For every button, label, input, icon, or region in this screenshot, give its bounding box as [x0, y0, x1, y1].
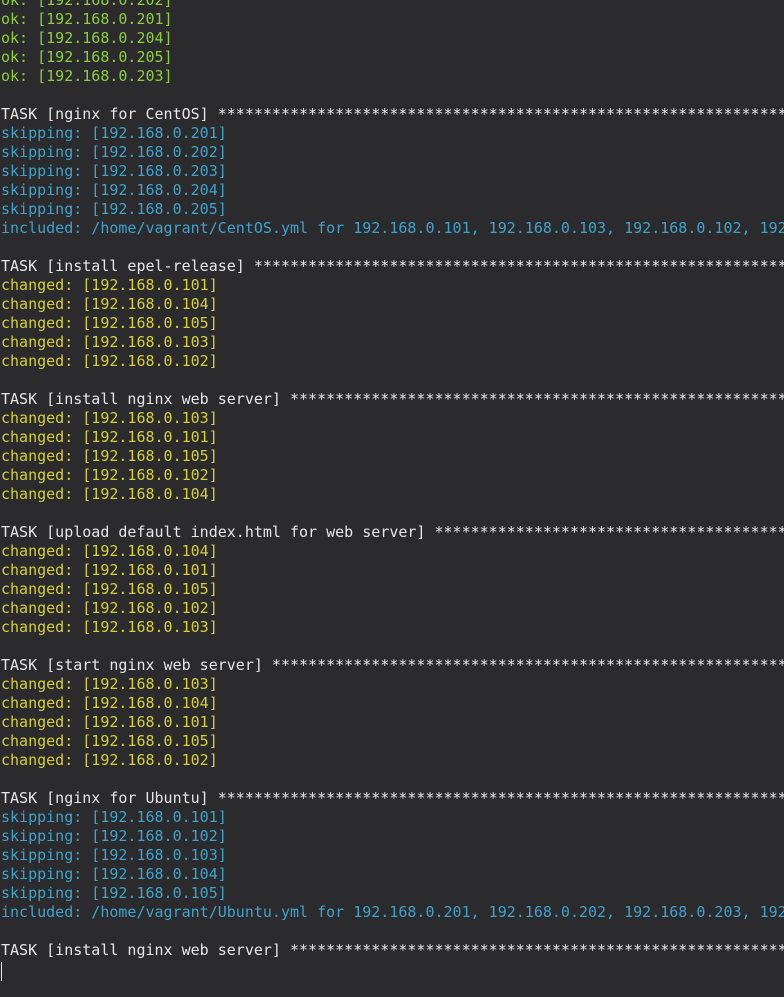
terminal-line-skipping: skipping: [192.168.0.204] [1, 181, 227, 199]
terminal-line-skipping: skipping: [192.168.0.201] [1, 124, 227, 142]
terminal-line-task: TASK [install nginx web server] ********… [1, 941, 784, 959]
terminal-line-changed: changed: [192.168.0.101] [1, 276, 218, 294]
terminal-output[interactable]: ok: [192.168.0.202] ok: [192.168.0.201] ok… [1, 0, 784, 997]
terminal-line-changed: changed: [192.168.0.101] [1, 713, 218, 731]
terminal-line-skipping: skipping: [192.168.0.105] [1, 884, 227, 902]
terminal-line-changed: changed: [192.168.0.102] [1, 751, 218, 769]
terminal-line-changed: changed: [192.168.0.101] [1, 561, 218, 579]
terminal-line-task: TASK [install nginx web server] ********… [1, 390, 784, 408]
terminal-line-changed: changed: [192.168.0.102] [1, 466, 218, 484]
terminal-line-included: included: /home/vagrant/Ubuntu.yml for 1… [1, 903, 784, 921]
terminal-line-changed: changed: [192.168.0.101] [1, 428, 218, 446]
terminal-line-skipping: skipping: [192.168.0.205] [1, 200, 227, 218]
text-cursor [1, 962, 2, 981]
terminal-line-task: TASK [install epel-release] ************… [1, 257, 784, 275]
terminal-line-ok: ok: [192.168.0.201] [1, 10, 173, 28]
terminal-line-task: TASK [start nginx web server] **********… [1, 656, 784, 674]
terminal-line-ok: ok: [192.168.0.205] [1, 48, 173, 66]
terminal-line-skipping: skipping: [192.168.0.101] [1, 808, 227, 826]
terminal-line-changed: changed: [192.168.0.104] [1, 485, 218, 503]
terminal-line-task: TASK [nginx for CentOS] ****************… [1, 105, 784, 123]
terminal-line-changed: changed: [192.168.0.105] [1, 314, 218, 332]
terminal-line-task: TASK [nginx for Ubuntu] ****************… [1, 789, 784, 807]
terminal-line-changed: changed: [192.168.0.105] [1, 447, 218, 465]
terminal-line-changed: changed: [192.168.0.103] [1, 675, 218, 693]
terminal-line-changed: changed: [192.168.0.105] [1, 732, 218, 750]
terminal-line-changed: changed: [192.168.0.105] [1, 580, 218, 598]
terminal-line-changed: changed: [192.168.0.102] [1, 352, 218, 370]
terminal-line-skipping: skipping: [192.168.0.104] [1, 865, 227, 883]
terminal-line-changed: changed: [192.168.0.103] [1, 333, 218, 351]
terminal-line-skipping: skipping: [192.168.0.203] [1, 162, 227, 180]
terminal-line-changed: changed: [192.168.0.103] [1, 618, 218, 636]
terminal-line-changed: changed: [192.168.0.103] [1, 409, 218, 427]
terminal-line-ok: ok: [192.168.0.202] [1, 0, 173, 9]
terminal-line-included: included: /home/vagrant/CentOS.yml for 1… [1, 219, 784, 237]
terminal-line-changed: changed: [192.168.0.104] [1, 694, 218, 712]
terminal-line-changed: changed: [192.168.0.102] [1, 599, 218, 617]
terminal-line-skipping: skipping: [192.168.0.202] [1, 143, 227, 161]
terminal-line-skipping: skipping: [192.168.0.102] [1, 827, 227, 845]
terminal-line-task: TASK [upload default index.html for web … [1, 523, 784, 541]
terminal-line-changed: changed: [192.168.0.104] [1, 542, 218, 560]
terminal-line-skipping: skipping: [192.168.0.103] [1, 846, 227, 864]
terminal-line-changed: changed: [192.168.0.104] [1, 295, 218, 313]
terminal-line-ok: ok: [192.168.0.204] [1, 29, 173, 47]
terminal-line-ok: ok: [192.168.0.203] [1, 67, 173, 85]
